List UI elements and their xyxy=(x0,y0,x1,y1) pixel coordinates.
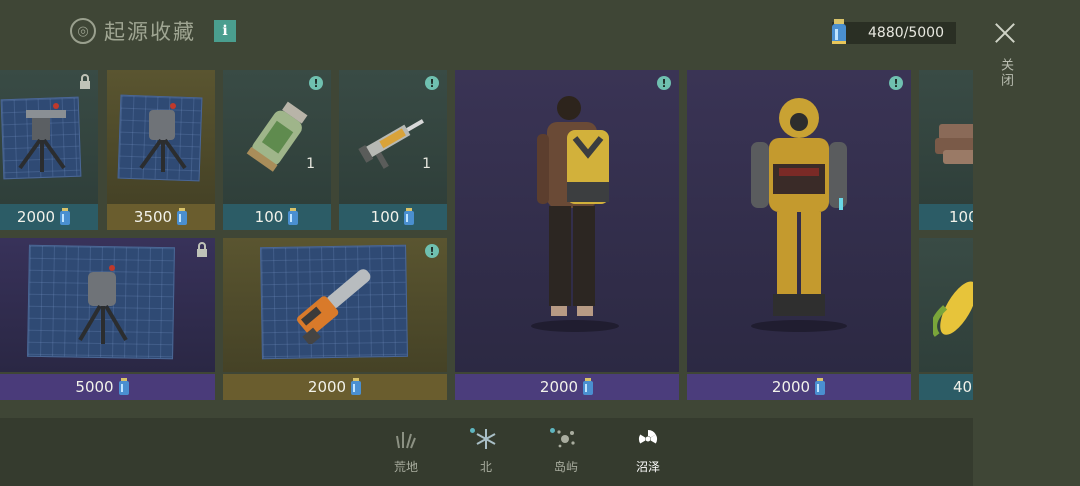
turret-icon xyxy=(78,265,128,344)
price-tag: 2000 xyxy=(0,204,98,230)
notice-icon: ! xyxy=(425,76,439,90)
notice-icon: ! xyxy=(657,76,671,90)
bottle-currency-icon xyxy=(60,208,71,225)
item-card[interactable]: ! 2000 xyxy=(455,70,679,400)
turret-icon xyxy=(18,103,66,172)
price-value: 100 xyxy=(254,208,284,226)
corn-icon xyxy=(933,281,973,337)
tab-wasteland[interactable]: 荒地 xyxy=(376,426,436,475)
lock-icon xyxy=(197,242,207,257)
tab-island[interactable]: 岛屿 xyxy=(536,426,596,475)
notice-icon: ! xyxy=(889,76,903,90)
character-hazmat-icon xyxy=(751,98,847,332)
price-tag: 2000 xyxy=(223,374,447,400)
tab-dot xyxy=(470,428,475,433)
price-tag: 40 xyxy=(919,374,973,400)
price-value: 100 xyxy=(949,208,973,226)
tab-label: 荒地 xyxy=(393,460,418,474)
tab-north[interactable]: 北 xyxy=(456,426,516,475)
collection-grid: 2000 3500 1 ! 100 1 ! 100 ! 2000 ! 2000 … xyxy=(0,70,973,400)
bottle-currency-icon xyxy=(815,378,826,395)
price-value: 2000 xyxy=(16,208,56,226)
price-value: 100 xyxy=(370,208,400,226)
close-label[interactable]: 关闭 xyxy=(996,58,1015,88)
price-value: 3500 xyxy=(133,208,173,226)
tab-label: 北 xyxy=(479,460,492,474)
bottle-currency-icon xyxy=(288,208,299,225)
token-icon: ◎ xyxy=(70,18,96,44)
item-card[interactable]: 1 ! 100 xyxy=(223,70,331,230)
price-tag: 2000 xyxy=(455,374,679,400)
item-card[interactable]: ! 2000 xyxy=(687,70,911,400)
item-card[interactable]: 5000 xyxy=(0,238,215,400)
tab-label: 岛屿 xyxy=(553,460,578,474)
syringe-icon xyxy=(358,119,424,169)
bottle-currency-icon xyxy=(177,208,188,225)
radiation-icon xyxy=(638,430,658,444)
bottle-currency-icon xyxy=(832,19,846,44)
price-tag: 100 xyxy=(919,204,973,230)
notice-icon: ! xyxy=(425,244,439,258)
info-button[interactable]: i xyxy=(214,20,236,42)
page-title: 起源收藏 xyxy=(104,20,196,44)
item-quantity: 1 xyxy=(422,156,431,172)
snowflake-icon xyxy=(476,429,496,449)
tab-swamp[interactable]: 沼泽 xyxy=(618,426,678,475)
price-value: 2000 xyxy=(307,378,347,396)
item-card[interactable]: ! 2000 xyxy=(223,238,447,400)
tab-label: 沼泽 xyxy=(635,460,660,474)
price-value: 5000 xyxy=(75,378,114,396)
item-quantity: 1 xyxy=(306,156,315,172)
currency-value: 4880/5000 xyxy=(868,25,944,41)
tab-dot xyxy=(550,428,555,433)
price-tag: 100 xyxy=(223,204,331,230)
wood-icon xyxy=(935,124,973,164)
item-card[interactable]: 3500 xyxy=(107,70,215,230)
price-tag: 2000 xyxy=(687,374,911,400)
bottle-currency-icon xyxy=(118,378,129,395)
grass-icon xyxy=(396,432,416,449)
region-tab-bar: 荒地 北 岛屿 沼泽 xyxy=(0,418,973,486)
item-card[interactable]: 100 xyxy=(919,70,973,230)
turret-icon xyxy=(139,103,187,172)
currency-display: 4880/5000 xyxy=(832,19,956,44)
price-value: 40 xyxy=(953,378,973,396)
price-tag: 3500 xyxy=(107,204,215,230)
price-value: 2000 xyxy=(539,378,579,396)
price-tag: 100 xyxy=(339,204,447,230)
price-tag: 5000 xyxy=(0,374,215,400)
notice-icon: ! xyxy=(309,76,323,90)
lock-icon xyxy=(80,74,90,89)
title-wrap: ◎ 起源收藏 i xyxy=(70,16,236,46)
bottle-currency-icon xyxy=(583,378,594,395)
close-icon[interactable] xyxy=(990,18,1020,48)
item-card[interactable]: 40 xyxy=(919,238,973,400)
header: ◎ 起源收藏 i 4880/5000 xyxy=(0,0,1080,62)
item-card[interactable]: 1 ! 100 xyxy=(339,70,447,230)
bottle-currency-icon xyxy=(351,378,362,395)
character-backpack-icon xyxy=(531,96,619,332)
price-value: 2000 xyxy=(771,378,811,396)
gas-canister-icon xyxy=(246,101,308,172)
spark-icon xyxy=(557,430,575,448)
bottle-currency-icon xyxy=(404,208,415,225)
chainsaw-icon xyxy=(296,269,371,344)
right-strip xyxy=(973,0,1080,486)
item-card[interactable]: 2000 xyxy=(0,70,98,230)
